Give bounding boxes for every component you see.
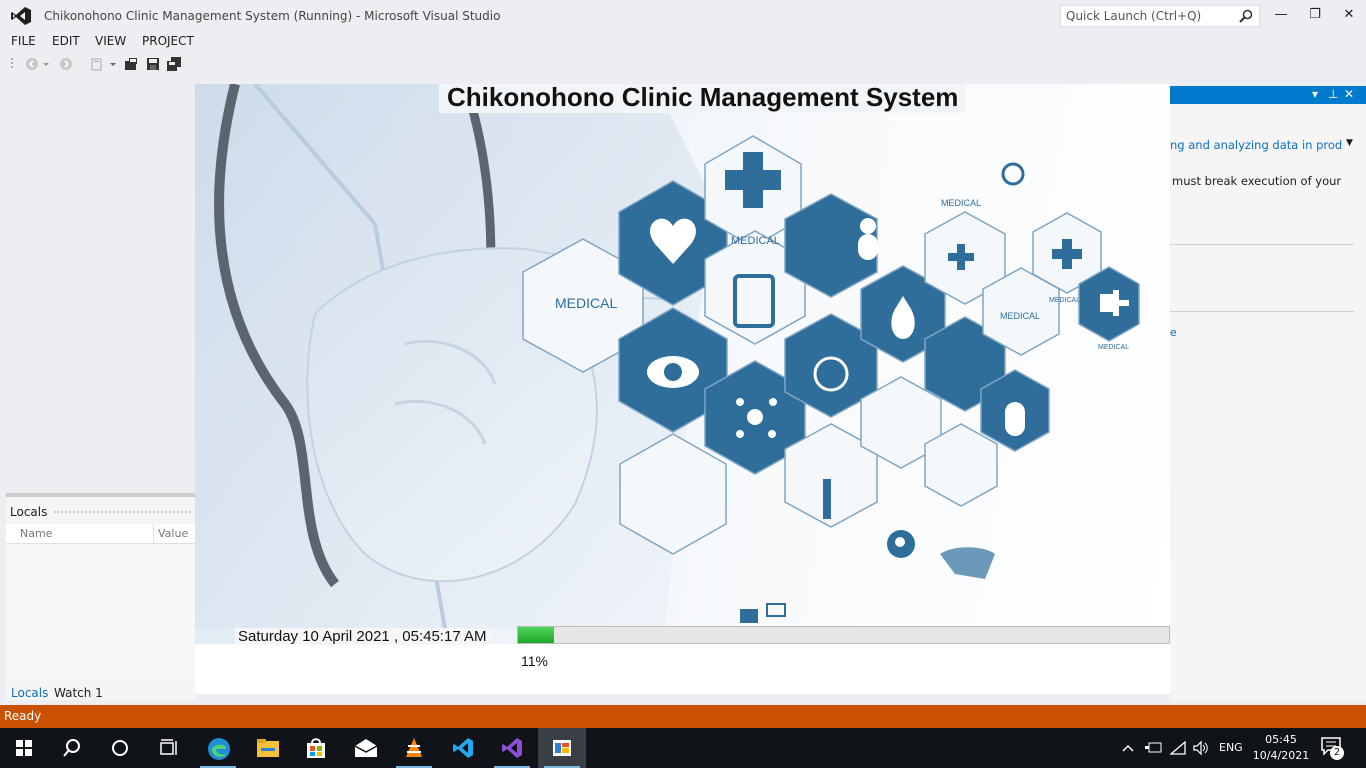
panel-message: must break execution of your (1172, 174, 1342, 188)
task-view-icon (160, 739, 177, 755)
minimize-button[interactable]: — (1266, 4, 1296, 26)
back-icon[interactable] (25, 57, 39, 71)
divider (1170, 311, 1354, 312)
art-label-medical: MEDICAL (1049, 297, 1080, 304)
taskbar-file-explorer[interactable] (243, 728, 291, 768)
taskbar-running-app[interactable] (538, 728, 586, 768)
chevron-down-icon[interactable]: ▾ (1312, 87, 1318, 101)
search-button[interactable] (48, 728, 96, 768)
column-name[interactable]: Name (20, 527, 52, 540)
status-bar: Ready (0, 705, 1366, 728)
title-bar: Chikonohono Clinic Management System (Ru… (0, 0, 1366, 32)
open-file-icon[interactable] (124, 57, 138, 71)
taskbar-visual-studio[interactable] (488, 728, 536, 768)
clock-date: 10/4/2021 (1252, 749, 1310, 762)
cortana-icon (112, 740, 128, 756)
taskbar-store[interactable] (292, 728, 340, 768)
save-icon[interactable] (146, 57, 160, 71)
quick-launch-input[interactable]: Quick Launch (Ctrl+Q) (1060, 5, 1260, 27)
store-icon (307, 738, 325, 758)
search-icon (1239, 9, 1253, 23)
windows-logo-icon (16, 740, 32, 756)
locals-panel: Locals Name Value Locals Watch 1 (6, 493, 195, 700)
menu-bar: FILE EDIT VIEW PROJECT (0, 32, 500, 52)
tab-locals[interactable]: Locals (11, 686, 48, 700)
cortana-button[interactable] (96, 728, 144, 768)
wifi-icon[interactable] (1169, 740, 1187, 756)
running-app-icon (553, 740, 571, 756)
menu-file[interactable]: FILE (11, 34, 36, 48)
system-clock[interactable]: 05:45 10/4/2021 (1250, 732, 1312, 764)
diagnostic-link[interactable]: ng and analyzing data in product (1170, 138, 1342, 152)
taskbar-vlc[interactable] (390, 728, 438, 768)
windows-taskbar: ENG 05:45 10/4/2021 2 (0, 728, 1366, 768)
menu-edit[interactable]: EDIT (52, 34, 80, 48)
art-label-medical: MEDICAL (941, 198, 981, 208)
quick-launch-placeholder: Quick Launch (Ctrl+Q) (1066, 9, 1202, 23)
splash-screen-window: MEDICAL MEDICAL MEDICAL MEDICAL MEDICAL … (195, 84, 1170, 694)
visual-studio-logo-icon (11, 7, 31, 25)
progress-fill (518, 627, 554, 643)
edge-icon (208, 738, 230, 760)
right-tool-panel: ▾ ⊥ ✕ ng and analyzing data in product ▼… (1170, 86, 1366, 700)
action-center-button[interactable]: 2 (1320, 736, 1350, 760)
start-button[interactable] (0, 728, 48, 768)
mail-icon (354, 739, 378, 757)
notification-count-badge: 2 (1330, 746, 1344, 760)
chevron-down-icon[interactable] (109, 57, 117, 71)
volume-icon[interactable] (1192, 740, 1210, 756)
close-panel-icon[interactable]: ✕ (1344, 87, 1354, 101)
forward-icon[interactable] (59, 57, 73, 71)
taskbar-edge[interactable] (194, 728, 242, 768)
art-label-medical: MEDICAL (1000, 311, 1040, 321)
close-button[interactable]: ✕ (1334, 4, 1364, 26)
column-value[interactable]: Value (158, 527, 188, 540)
art-label-medical: MEDICAL (555, 295, 617, 311)
language-indicator[interactable]: ENG (1219, 741, 1243, 754)
taskbar-mail[interactable] (341, 728, 389, 768)
show-hidden-icons-icon[interactable] (1121, 742, 1135, 754)
toolbar-grip-icon (11, 58, 13, 68)
status-text: Ready (4, 709, 42, 723)
art-label-medical: MEDICAL (731, 235, 780, 247)
restore-button[interactable]: ❐ (1300, 4, 1330, 26)
battery-icon[interactable] (1144, 740, 1162, 756)
locals-title: Locals (10, 505, 48, 519)
new-project-icon[interactable] (90, 57, 104, 71)
current-datetime: Saturday 10 April 2021 , 05:45:17 AM (235, 628, 490, 645)
progress-percent: 11% (521, 653, 548, 669)
clock-time: 05:45 (1265, 733, 1297, 746)
locals-header-row: Name Value (6, 524, 195, 544)
search-icon (63, 739, 80, 757)
splash-footer (195, 644, 1170, 694)
panel-link-fragment[interactable]: e (1170, 326, 1177, 339)
column-separator[interactable] (153, 524, 154, 544)
panel-grip[interactable] (54, 511, 191, 516)
window-title: Chikonohono Clinic Management System (Ru… (44, 9, 501, 23)
menu-view[interactable]: VIEW (95, 34, 126, 48)
locals-tab-strip: Locals Watch 1 (6, 682, 195, 704)
divider (1170, 244, 1354, 245)
art-label-medical: MEDICAL (1098, 344, 1129, 351)
chevron-down-icon[interactable] (42, 57, 50, 71)
taskbar-vscode[interactable] (439, 728, 487, 768)
panel-header: ▾ ⊥ ✕ (1170, 86, 1366, 104)
visual-studio-icon (502, 738, 522, 758)
chevron-down-icon[interactable]: ▼ (1346, 138, 1353, 148)
vlc-icon (406, 738, 422, 757)
tab-watch-1[interactable]: Watch 1 (54, 686, 103, 700)
medical-doctor-illustration: MEDICAL MEDICAL MEDICAL MEDICAL MEDICAL … (195, 84, 1140, 629)
vscode-icon (453, 738, 473, 758)
splash-title: Chikonohono Clinic Management System (439, 84, 967, 113)
pin-icon[interactable]: ⊥ (1328, 87, 1338, 101)
locals-body (6, 544, 195, 679)
task-view-button[interactable] (144, 728, 192, 768)
menu-project[interactable]: PROJECT (142, 34, 194, 48)
toolbar (10, 55, 200, 75)
loading-progress-bar (517, 626, 1170, 644)
file-explorer-icon (257, 739, 279, 757)
save-all-icon[interactable] (167, 57, 181, 71)
